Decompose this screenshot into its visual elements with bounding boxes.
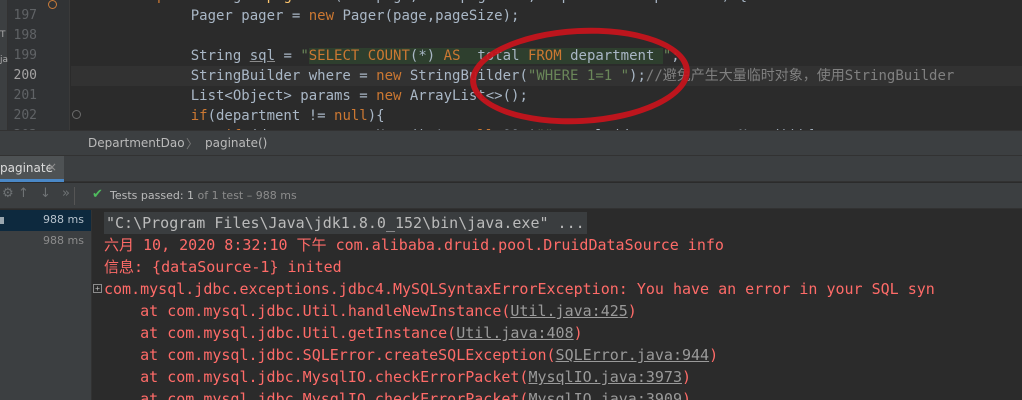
expand-stacktrace-icon[interactable]: + [93,284,102,293]
code-token: (*) [409,48,444,64]
stack-frame: at com.mysql.jdbc.MysqlIO.checkErrorPack… [104,366,691,388]
console-command-line[interactable]: "C:\Program Files\Java\jdk1.8.0_152\bin\… [104,212,587,234]
code-token: List<Object> params = [157,88,377,104]
line-number: 201 [13,88,37,103]
code-token: sql [249,48,276,64]
test-status-detail: of 1 test – 988 ms [194,189,297,202]
line-number-active: 200 [13,68,37,83]
code-token: new [376,68,410,84]
code-token: public [157,0,216,4]
test-tree-row[interactable]: 988 ms [0,231,91,252]
stack-frame-text: at com.mysql.jdbc.SQLError.createSQLExce… [104,346,556,364]
stack-frame: at com.mysql.jdbc.SQLError.createSQLExce… [104,344,718,366]
stack-frame-text: at com.mysql.jdbc.Util.handleNewInstance… [104,302,511,320]
console-output[interactable]: "C:\Program Files\Java\jdk1.8.0_152\bin\… [93,210,1022,400]
console-log-line: 六月 10, 2020 8:32:10 下午 com.alibaba.druid… [104,236,724,254]
breadcrumb-separator-icon: 〉 [186,137,199,151]
code-token: int [427,0,461,4]
down-arrow-icon[interactable]: ↓ [40,186,51,201]
code-token: " [300,48,309,64]
expand-icon[interactable]: » [62,186,70,201]
code-token: = [275,48,301,64]
stack-frame-text: at com.mysql.jdbc.MysqlIO.checkErrorPack… [104,368,529,386]
settings-icon[interactable]: ⚙ [2,186,14,201]
code-token: int [342,0,376,4]
stack-frame-text: at com.mysql.jdbc.MysqlIO.checkErrorPack… [104,390,529,400]
stack-frame: at com.mysql.jdbc.Util.handleNewInstance… [104,300,637,322]
stack-frame-close: ) [681,368,692,386]
line-number: 198 [13,28,37,43]
project-panel-edge[interactable]: T ja tal [0,0,8,130]
code-token: page, [376,0,427,4]
override-marker-icon[interactable] [48,0,57,9]
code-token: pageSize, Department department) { [460,0,747,4]
check-icon: ✔ [92,187,103,202]
code-token: new [308,8,343,24]
code-token: ){ [367,108,385,124]
source-link[interactable]: SQLError.java:944 [556,346,710,364]
code-token: Pager(page,pageSize); [342,8,520,24]
test-status-count: 1 [187,189,195,202]
console-info-line: 信息: {dataSource-1} inited [104,258,342,276]
stack-frame-close: ) [709,346,719,364]
breadcrumb: DepartmentDao 〉 paginate() [0,130,1022,156]
code-token: new [376,88,410,104]
code-token: COUNT [367,48,410,64]
project-panel-label: T [0,30,6,40]
test-toolbar: ⚙ ↑ ↓ » ✔ Tests passed: 1 of 1 test – 98… [0,183,1022,209]
test-node-icon [0,217,4,224]
code-token: (department != [207,108,335,124]
test-tree-row[interactable]: 988 ms [0,210,91,231]
stack-frame: at com.mysql.jdbc.MysqlIO.checkErrorPack… [104,388,691,400]
test-duration: 988 ms [43,213,84,226]
stack-frame-close: ) [681,390,692,400]
tab-paginate[interactable]: paginate × [0,156,64,182]
line-number: 199 [13,48,37,63]
test-duration: 988 ms [43,234,84,247]
breadcrumb-method[interactable]: paginate() [205,136,267,150]
code-token: Pager [216,0,267,4]
code-token: StringBuilder where = [157,68,377,84]
console-exception-line: com.mysql.jdbc.exceptions.jdbc4.MySQLSyn… [104,280,935,298]
source-link[interactable]: MysqlIO.java:3973 [528,368,682,386]
code-token: if [190,108,208,124]
project-panel-label: ja [0,55,9,65]
code-token: String [157,48,250,64]
source-link[interactable]: MysqlIO.java:3909 [528,390,682,400]
run-tool-window-tabs: paginate × [0,156,1022,182]
test-status: Tests passed: 1 of 1 test – 988 ms [110,189,297,202]
tab-label: paginate [0,161,53,175]
code-token: SELECT [308,48,368,64]
code-token: Pager pager = [157,8,309,24]
code-token: AS [443,48,478,64]
source-link[interactable]: Util.java:408 [456,324,573,342]
stack-frame: at com.mysql.jdbc.Util.getInstance(Util.… [104,322,583,344]
line-number: 197 [13,8,37,23]
stack-frame-close: ) [573,324,583,342]
breadcrumb-class[interactable]: DepartmentDao [88,136,185,150]
stack-frame-text: at com.mysql.jdbc.Util.getInstance( [104,324,457,342]
code-line: Pager pager = new Pager(page,pageSize); [71,6,1022,26]
test-status-label: Tests passed: [110,189,188,202]
code-token: null [334,108,368,124]
line-number: 202 [13,108,37,123]
test-tree[interactable]: 988 ms 988 ms [0,210,92,400]
code-editor[interactable]: T ja tal 197 198 199 200 201 202 203 pub… [0,0,1022,130]
close-icon[interactable]: × [47,160,57,174]
code-token: paginate [267,0,334,4]
editor-gutter[interactable]: 197 198 199 200 201 202 203 [8,0,81,130]
toolbar-divider [74,187,75,205]
up-arrow-icon[interactable]: ↑ [18,186,29,201]
stack-frame-close: ) [627,302,637,320]
source-link[interactable]: Util.java:425 [510,302,627,320]
code-token: //避免产生大量临时对象，使用StringBuilder [645,68,955,84]
